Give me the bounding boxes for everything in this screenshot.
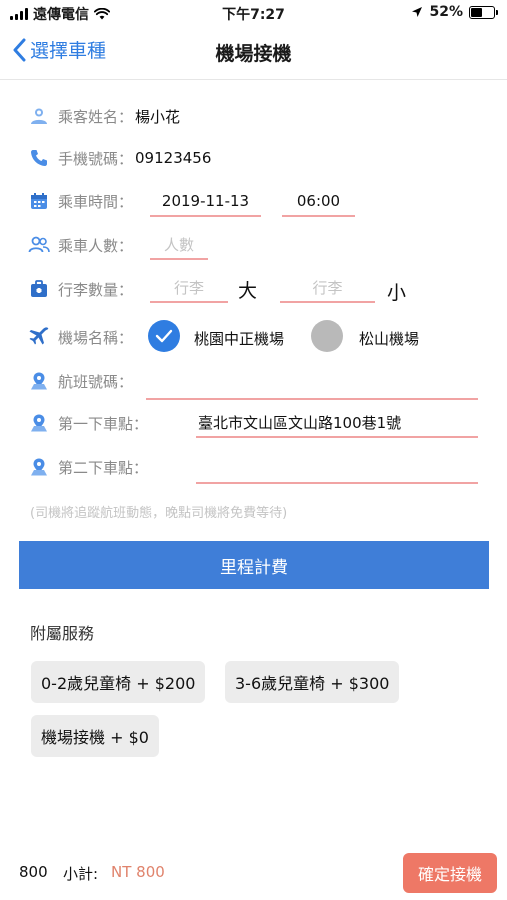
passengers-label: 乘車人數：	[58, 236, 134, 255]
mileage-pricing-button[interactable]: 里程計費	[19, 541, 489, 589]
battery-percent: 52%	[429, 4, 463, 20]
map-pin-icon	[28, 370, 50, 392]
phone-value[interactable]: 09123456	[135, 149, 211, 167]
group-icon	[28, 234, 50, 256]
subtotal-label: 小計:	[63, 865, 99, 883]
airport-label: 機場名稱：	[58, 328, 134, 347]
row-phone: 手機號碼： 09123456	[28, 141, 479, 175]
addon-chip-child-seat-0-2[interactable]: 0-2歲兒童椅 + $200	[31, 661, 206, 703]
status-bar: 遠傳電信 下午7:27 52%	[0, 0, 507, 26]
luggage-icon	[28, 278, 50, 300]
battery-icon	[469, 5, 498, 19]
map-pin-icon	[28, 412, 50, 434]
ride-time-label: 乘車時間：	[58, 192, 134, 211]
dropoff-2-input[interactable]	[196, 454, 478, 484]
subtotal-value: NT 800	[111, 863, 165, 881]
dropoff-1-input[interactable]: 臺北市文山區文山路100巷1號	[196, 408, 478, 438]
flight-input[interactable]	[146, 370, 478, 400]
addon-section-title: 附屬服務	[30, 624, 95, 643]
nav-bar: 選擇車種 機場接機	[0, 26, 507, 80]
ride-time-field[interactable]: 06:00	[282, 187, 355, 217]
luggage-large-unit: 大	[238, 280, 258, 302]
calendar-icon	[28, 190, 50, 212]
luggage-label: 行李數量：	[58, 280, 134, 299]
airport-option-taoyuan[interactable]: 桃園中正機場	[194, 328, 284, 349]
luggage-small-input[interactable]: 行李	[280, 273, 375, 303]
ride-date-field[interactable]: 2019-11-13	[150, 187, 261, 217]
row-passenger-name: 乘客姓名： 楊小花	[28, 99, 479, 133]
flight-label: 航班號碼：	[58, 372, 134, 391]
luggage-small-unit: 小	[387, 282, 407, 304]
airport-radio-songshan[interactable]	[311, 320, 343, 352]
person-icon	[28, 105, 50, 127]
flight-tracking-note: (司機將追蹤航班動態，晚點司機將免費等待)	[30, 506, 288, 521]
map-pin-icon	[28, 456, 50, 478]
passengers-input[interactable]: 人數	[150, 230, 208, 260]
location-arrow-icon	[412, 7, 423, 17]
luggage-large-input[interactable]: 行李	[150, 273, 228, 303]
confirm-button[interactable]: 確定接機	[403, 853, 497, 893]
page-title: 機場接機	[215, 43, 292, 65]
addon-chip-child-seat-3-6[interactable]: 3-6歲兒童椅 + $300	[225, 661, 400, 703]
phone-label: 手機號碼：	[58, 149, 134, 168]
airplane-icon	[28, 326, 50, 348]
airport-radio-taoyuan[interactable]	[148, 320, 180, 352]
addon-chip-airport-pickup[interactable]: 機場接機 + $0	[31, 715, 159, 757]
dropoff-1-label: 第一下車點：	[58, 414, 149, 433]
airport-option-songshan[interactable]: 松山機場	[359, 328, 419, 349]
row-passengers: 乘車人數：	[28, 228, 479, 262]
footer-count: 800	[19, 863, 48, 881]
check-icon	[155, 329, 173, 343]
dropoff-2-label: 第二下車點：	[58, 458, 149, 477]
phone-icon	[28, 147, 50, 169]
passenger-name-value[interactable]: 楊小花	[135, 106, 180, 127]
passenger-name-label: 乘客姓名：	[58, 107, 134, 126]
status-right: 52%	[411, 4, 498, 20]
